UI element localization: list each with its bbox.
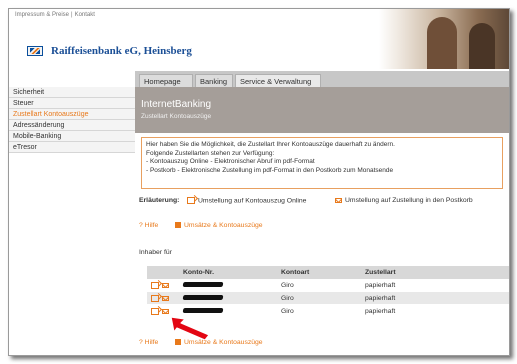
info-box: Hier haben Sie die Möglichkeit, die Zust… — [141, 137, 503, 189]
zustellart-cell: papierhaft — [365, 294, 396, 302]
switch-to-online-icon[interactable] — [151, 294, 159, 302]
info-line: - Postkorb - Elektronische Zustellung im… — [146, 166, 394, 174]
info-line: Hier haben Sie die Möglichkeit, die Zust… — [146, 141, 395, 148]
kontakt-link[interactable]: Kontakt — [75, 12, 95, 18]
umsaetze-link[interactable]: Umsätze & Kontoauszüge — [175, 339, 263, 346]
umsaetze-link[interactable]: Umsätze & Kontoauszüge — [175, 222, 263, 229]
photo-person-figure — [469, 23, 495, 69]
info-line: - Kontoauszug Online - Elektronischer Ab… — [146, 158, 315, 166]
redacted-account-number — [182, 307, 224, 313]
bank-logo[interactable]: Raiffeisenbank eG, Heinsberg — [27, 45, 192, 57]
konto-nr-cell — [181, 307, 279, 315]
redacted-account-number — [182, 281, 224, 287]
legend: Erläuterung: Umstellung auf Kontoauszug … — [139, 197, 509, 207]
umsaetze-link-label: Umsätze & Kontoauszüge — [184, 222, 263, 229]
legend-postkorb-text: Umstellung auf Zustellung in den Postkor… — [345, 197, 473, 204]
info-line: Folgende Zustellarten stehen zur Verfügu… — [146, 149, 275, 157]
postkorb-envelope-icon — [335, 197, 342, 203]
konto-nr-cell — [181, 281, 279, 289]
table-header: Konto-Nr. Kontoart Zustellart — [147, 266, 509, 279]
sidebar-item-etresor[interactable]: eTresor — [9, 142, 135, 153]
sidebar: Sicherheit Steuer Zustellart Kontoauszüg… — [9, 87, 135, 153]
umsaetze-icon — [175, 222, 181, 229]
legend-online: Umstellung auf Kontoauszug Online — [187, 197, 306, 204]
table-row: Giro papierhaft — [147, 292, 509, 305]
kontoart-cell: Giro — [281, 294, 294, 302]
red-arrow-annotation-icon — [170, 316, 210, 341]
switch-to-postkorb-icon[interactable] — [162, 308, 169, 314]
table-row: Giro papierhaft — [147, 279, 509, 292]
online-statement-icon — [187, 197, 195, 204]
redacted-account-number — [182, 294, 224, 300]
nav-separator: | — [71, 12, 73, 18]
row-actions — [147, 307, 181, 315]
header-kontoart: Kontoart — [281, 269, 310, 276]
page-title: InternetBanking — [141, 99, 212, 110]
umsaetze-link-label: Umsätze & Kontoauszüge — [184, 339, 263, 346]
raiffeisen-logo-icon — [27, 46, 43, 56]
row-actions — [147, 294, 181, 302]
kontoart-cell: Giro — [281, 307, 294, 315]
bank-page: Impressum & Preise | Kontakt Raiffeisenban… — [8, 8, 510, 356]
konto-nr-cell — [181, 294, 279, 302]
top-nav: Impressum & Preise | Kontakt — [15, 12, 95, 18]
switch-to-postkorb-icon[interactable] — [162, 282, 169, 288]
help-link[interactable]: ? Hilfe — [139, 339, 158, 346]
sidebar-item-sicherheit[interactable]: Sicherheit — [9, 87, 135, 98]
umsaetze-icon — [175, 339, 181, 346]
kontoart-cell: Giro — [281, 281, 294, 289]
header-zustellart: Zustellart — [365, 269, 396, 276]
switch-to-online-icon[interactable] — [151, 307, 159, 315]
help-link[interactable]: ? Hilfe — [139, 222, 158, 229]
photo-person-figure — [427, 17, 457, 69]
page-subtitle: Zustellart Kontoauszüge — [141, 113, 212, 120]
zustellart-cell: papierhaft — [365, 281, 396, 289]
bank-name: Raiffeisenbank eG, Heinsberg — [51, 45, 192, 57]
row-actions — [147, 281, 181, 289]
header-photo — [379, 9, 509, 69]
sidebar-item-steuer[interactable]: Steuer — [9, 98, 135, 109]
sidebar-item-adressaenderung[interactable]: Adressänderung — [9, 120, 135, 131]
legend-online-text: Umstellung auf Kontoauszug Online — [198, 197, 307, 205]
legend-postkorb: Umstellung auf Zustellung in den Postkor… — [335, 197, 473, 204]
switch-to-online-icon[interactable] — [151, 281, 159, 289]
sidebar-item-mobile-banking[interactable]: Mobile-Banking — [9, 131, 135, 142]
switch-to-postkorb-icon[interactable] — [162, 295, 169, 301]
tab-homepage[interactable]: Homepage — [139, 74, 193, 87]
main-tabbar: Homepage Banking Service & Verwaltung — [135, 71, 509, 87]
page-banner: InternetBanking Zustellart Kontoauszüge — [135, 87, 509, 133]
sidebar-item-zustellart-kontoauszuege[interactable]: Zustellart Kontoauszüge — [9, 109, 135, 120]
tab-banking[interactable]: Banking — [195, 74, 233, 87]
legend-label: Erläuterung: — [139, 197, 180, 204]
impressum-link[interactable]: Impressum & Preise — [15, 12, 69, 18]
header-konto-nr: Konto-Nr. — [183, 269, 214, 276]
accounts-table: Konto-Nr. Kontoart Zustellart Giro papie… — [147, 266, 509, 318]
tab-service-verwaltung[interactable]: Service & Verwaltung — [235, 74, 321, 87]
owner-label: Inhaber für — [139, 249, 172, 256]
zustellart-cell: papierhaft — [365, 307, 396, 315]
